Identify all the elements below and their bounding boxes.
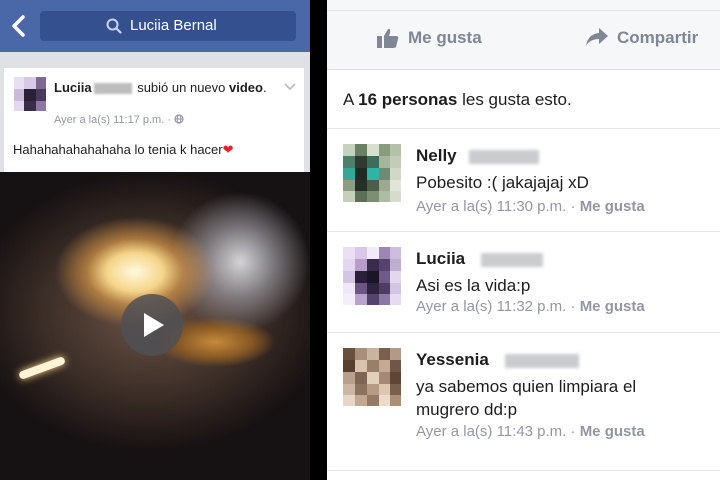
chevron-down-icon[interactable] [284,80,296,94]
likes-suffix: les gusta esto. [457,90,572,109]
post-timestamp: Ayer a la(s) 11:17 p.m. · [54,114,184,126]
comment-text: Asi es la vida:p [416,276,531,295]
likes-prefix: A [343,90,359,109]
blurred-surname [505,354,579,368]
screen-divider [310,0,327,480]
comment-item: Yessenia ya sabemos quien limpiara el mu… [327,334,720,464]
share-arrow-icon [586,28,608,51]
search-box[interactable]: Luciia Bernal [40,11,296,41]
comment-meta: Ayer a la(s) 11:30 p.m. · Me gusta [416,198,645,215]
commenter-name[interactable]: Nelly [416,146,457,166]
author-name[interactable]: Luciia [54,80,92,95]
top-strip [327,0,720,11]
likes-count: 16 personas [358,90,458,109]
share-button[interactable]: Compartir [617,28,698,48]
author-avatar[interactable] [14,77,46,111]
comment-text: ya sabemos quien limpiara el mugrero dd:… [416,377,637,419]
likes-summary[interactable]: A 16 personas les gusta esto. [343,90,572,110]
post-object-link[interactable]: video [229,80,263,95]
comment-time: Ayer a la(s) 11:32 p.m. · [416,298,580,315]
comment-item: Luciia Asi es la vida:p Ayer a la(s) 11:… [327,233,720,333]
left-panel: Luciia Bernal Luciia subió un nuevo vide… [0,0,310,480]
comment-item: Nelly Pobesito :( jakajajaj xD Ayer a la… [327,130,720,230]
commenter-name[interactable]: Yessenia [416,350,489,370]
commenter-avatar[interactable] [343,348,401,406]
separator [327,332,720,333]
play-button[interactable] [121,294,183,356]
separator [327,470,720,471]
comment-text: Pobesito :( jakajajaj xD [416,173,589,192]
blurred-surname [481,253,543,267]
back-arrow-icon[interactable] [9,13,31,39]
post-time: Ayer a la(s) 11:17 p.m. · [54,114,171,126]
comment-meta: Ayer a la(s) 11:32 p.m. · Me gusta [416,298,645,315]
post-action-text: subió un nuevo [137,80,226,95]
globe-icon [174,114,184,124]
comment-like-link[interactable]: Me gusta [580,423,645,440]
caption-text: Hahahahahahahaha lo tenia k hacer [13,142,223,157]
comment-like-link[interactable]: Me gusta [580,298,645,315]
search-icon [106,18,122,34]
like-button[interactable]: Me gusta [408,28,482,48]
separator [327,128,720,129]
video-spark [18,356,66,380]
play-icon [144,313,164,337]
comment-like-link[interactable]: Me gusta [580,198,645,215]
separator [327,231,720,232]
video-thumbnail[interactable] [0,172,310,480]
heart-icon: ❤ [222,142,234,157]
comment-time: Ayer a la(s) 11:43 p.m. · [416,423,580,440]
post-author-line: Luciia subió un nuevo video. [54,80,284,96]
top-bar: Luciia Bernal [0,0,310,52]
commenter-avatar[interactable] [343,247,401,305]
action-bar: Me gusta Compartir [327,11,720,70]
post-card: Luciia subió un nuevo video. Ayer a la(s… [4,68,304,172]
search-query: Luciia Bernal [130,17,217,34]
commenter-avatar[interactable] [343,144,401,202]
thumbs-up-icon [377,28,399,53]
right-panel: Me gusta Compartir A 16 personas les gus… [327,0,720,480]
commenter-name[interactable]: Luciia [416,249,465,269]
blurred-surname [469,150,539,164]
post-caption: Hahahahahahahaha lo tenia k hacer❤ [13,142,234,158]
comment-meta: Ayer a la(s) 11:43 p.m. · Me gusta [416,423,645,440]
comment-time: Ayer a la(s) 11:30 p.m. · [416,198,580,215]
blurred-surname [93,83,132,95]
post-action-suffix: . [262,80,267,95]
